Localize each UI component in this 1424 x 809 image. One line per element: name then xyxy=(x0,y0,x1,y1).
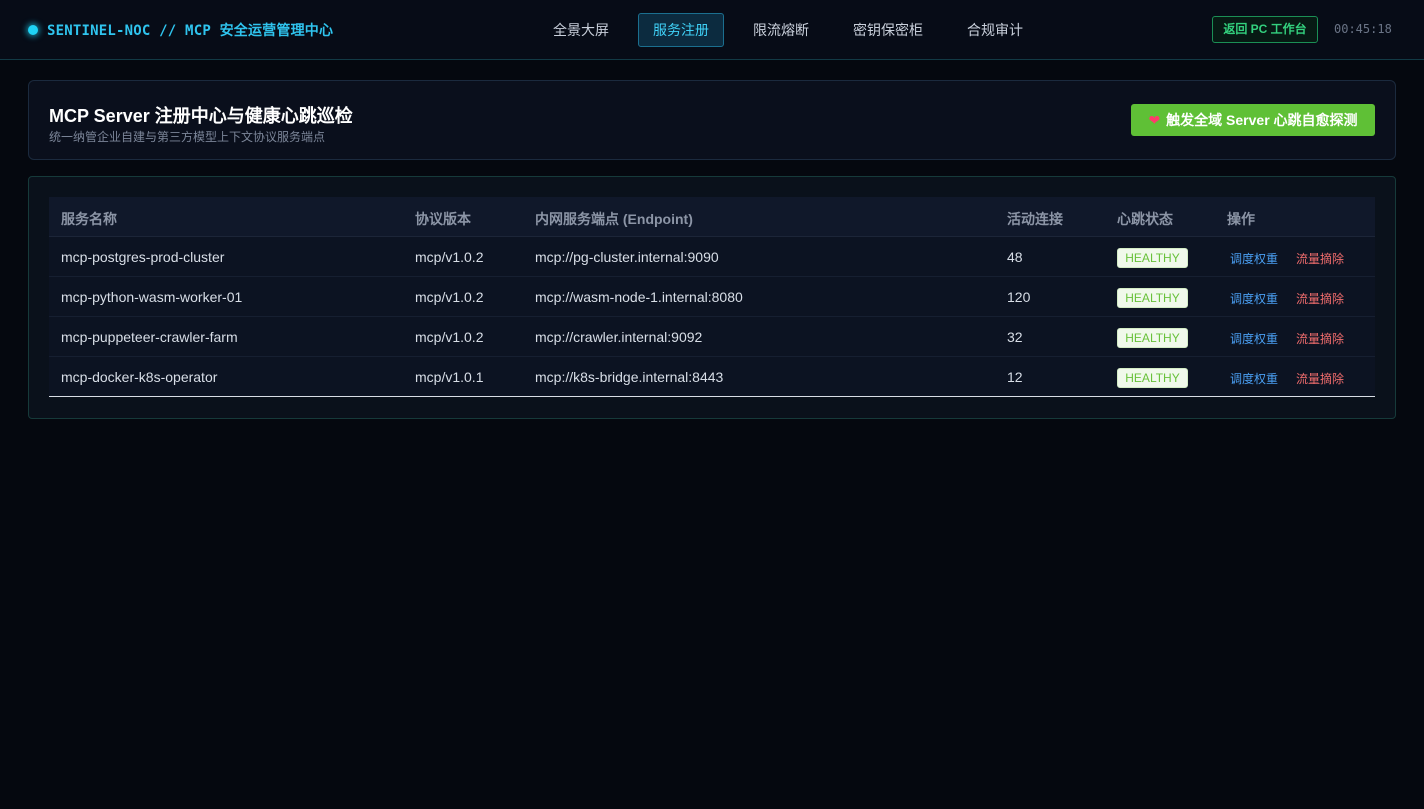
page-header-card: MCP Server 注册中心与健康心跳巡检 统一纳管企业自建与第三方模型上下文… xyxy=(28,80,1396,160)
drain-traffic-link[interactable]: 流量摘除 xyxy=(1296,250,1344,267)
return-pc-workbench-button[interactable]: 返回 PC 工作台 xyxy=(1212,16,1318,43)
main-nav: 全景大屏 服务注册 限流熔断 密钥保密柜 合规审计 xyxy=(538,13,1038,47)
clock: 00:45:18 xyxy=(1334,22,1392,36)
adjust-weight-link[interactable]: 调度权重 xyxy=(1230,330,1278,347)
protocol-version: mcp/v1.0.1 xyxy=(415,369,484,385)
drain-traffic-link[interactable]: 流量摘除 xyxy=(1296,370,1344,387)
endpoint: mcp://pg-cluster.internal:9090 xyxy=(535,249,719,265)
table-header: 服务名称 协议版本 内网服务端点 (Endpoint) 活动连接 心跳状态 操作 xyxy=(49,197,1375,237)
protocol-version: mcp/v1.0.2 xyxy=(415,289,484,305)
active-connections: 120 xyxy=(1007,289,1031,305)
column-header-version: 协议版本 xyxy=(415,211,471,227)
active-connections: 12 xyxy=(1007,369,1023,385)
service-name: mcp-python-wasm-worker-01 xyxy=(61,289,243,305)
tab-rate-limit-circuit-breaker[interactable]: 限流熔断 xyxy=(738,13,824,47)
endpoint: mcp://k8s-bridge.internal:8443 xyxy=(535,369,724,385)
column-header-status: 心跳状态 xyxy=(1117,211,1173,227)
trigger-heartbeat-probe-button[interactable]: ❤ 触发全域 Server 心跳自愈探测 xyxy=(1131,104,1375,136)
protocol-version: mcp/v1.0.2 xyxy=(415,329,484,345)
status-badge: HEALTHY xyxy=(1117,288,1188,308)
endpoint: mcp://wasm-node-1.internal:8080 xyxy=(535,289,743,305)
column-header-actions: 操作 xyxy=(1227,211,1255,227)
status-dot-icon xyxy=(28,25,38,35)
tab-secret-vault[interactable]: 密钥保密柜 xyxy=(838,13,938,47)
adjust-weight-link[interactable]: 调度权重 xyxy=(1230,290,1278,307)
adjust-weight-link[interactable]: 调度权重 xyxy=(1230,370,1278,387)
table-row: mcp-puppeteer-crawler-farm mcp/v1.0.2 mc… xyxy=(49,317,1375,357)
status-badge: HEALTHY xyxy=(1117,368,1188,388)
server-table: 服务名称 协议版本 内网服务端点 (Endpoint) 活动连接 心跳状态 操作… xyxy=(49,197,1375,397)
brand-title: SENTINEL-NOC // MCP 安全运营管理中心 xyxy=(47,23,334,39)
endpoint: mcp://crawler.internal:9092 xyxy=(535,329,703,345)
drain-traffic-link[interactable]: 流量摘除 xyxy=(1296,330,1344,347)
heart-icon: ❤ xyxy=(1148,112,1161,128)
drain-traffic-link[interactable]: 流量摘除 xyxy=(1296,290,1344,307)
page-title: MCP Server 注册中心与健康心跳巡检 xyxy=(49,106,353,126)
service-name: mcp-docker-k8s-operator xyxy=(61,369,218,385)
trigger-heartbeat-probe-label: 触发全域 Server 心跳自愈探测 xyxy=(1166,112,1358,128)
column-header-connections: 活动连接 xyxy=(1007,211,1063,227)
service-name: mcp-puppeteer-crawler-farm xyxy=(61,329,238,345)
status-badge: HEALTHY xyxy=(1117,328,1188,348)
top-bar: SENTINEL-NOC // MCP 安全运营管理中心 全景大屏 服务注册 限… xyxy=(0,0,1424,60)
server-table-card: 服务名称 协议版本 内网服务端点 (Endpoint) 活动连接 心跳状态 操作… xyxy=(28,176,1396,419)
table-row: mcp-docker-k8s-operator mcp/v1.0.1 mcp:/… xyxy=(49,357,1375,397)
table-row: mcp-python-wasm-worker-01 mcp/v1.0.2 mcp… xyxy=(49,277,1375,317)
active-connections: 48 xyxy=(1007,249,1023,265)
page-subtitle: 统一纳管企业自建与第三方模型上下文协议服务端点 xyxy=(49,130,326,144)
column-header-endpoint: 内网服务端点 (Endpoint) xyxy=(535,211,693,227)
tab-overview-screen[interactable]: 全景大屏 xyxy=(538,13,624,47)
column-header-name: 服务名称 xyxy=(61,211,117,227)
tab-service-registry[interactable]: 服务注册 xyxy=(638,13,724,47)
table-row: mcp-postgres-prod-cluster mcp/v1.0.2 mcp… xyxy=(49,237,1375,277)
brand: SENTINEL-NOC // MCP 安全运营管理中心 xyxy=(28,19,333,41)
active-connections: 32 xyxy=(1007,329,1023,345)
protocol-version: mcp/v1.0.2 xyxy=(415,249,484,265)
status-badge: HEALTHY xyxy=(1117,248,1188,268)
tab-compliance-audit[interactable]: 合规审计 xyxy=(952,13,1038,47)
adjust-weight-link[interactable]: 调度权重 xyxy=(1230,250,1278,267)
service-name: mcp-postgres-prod-cluster xyxy=(61,249,225,265)
